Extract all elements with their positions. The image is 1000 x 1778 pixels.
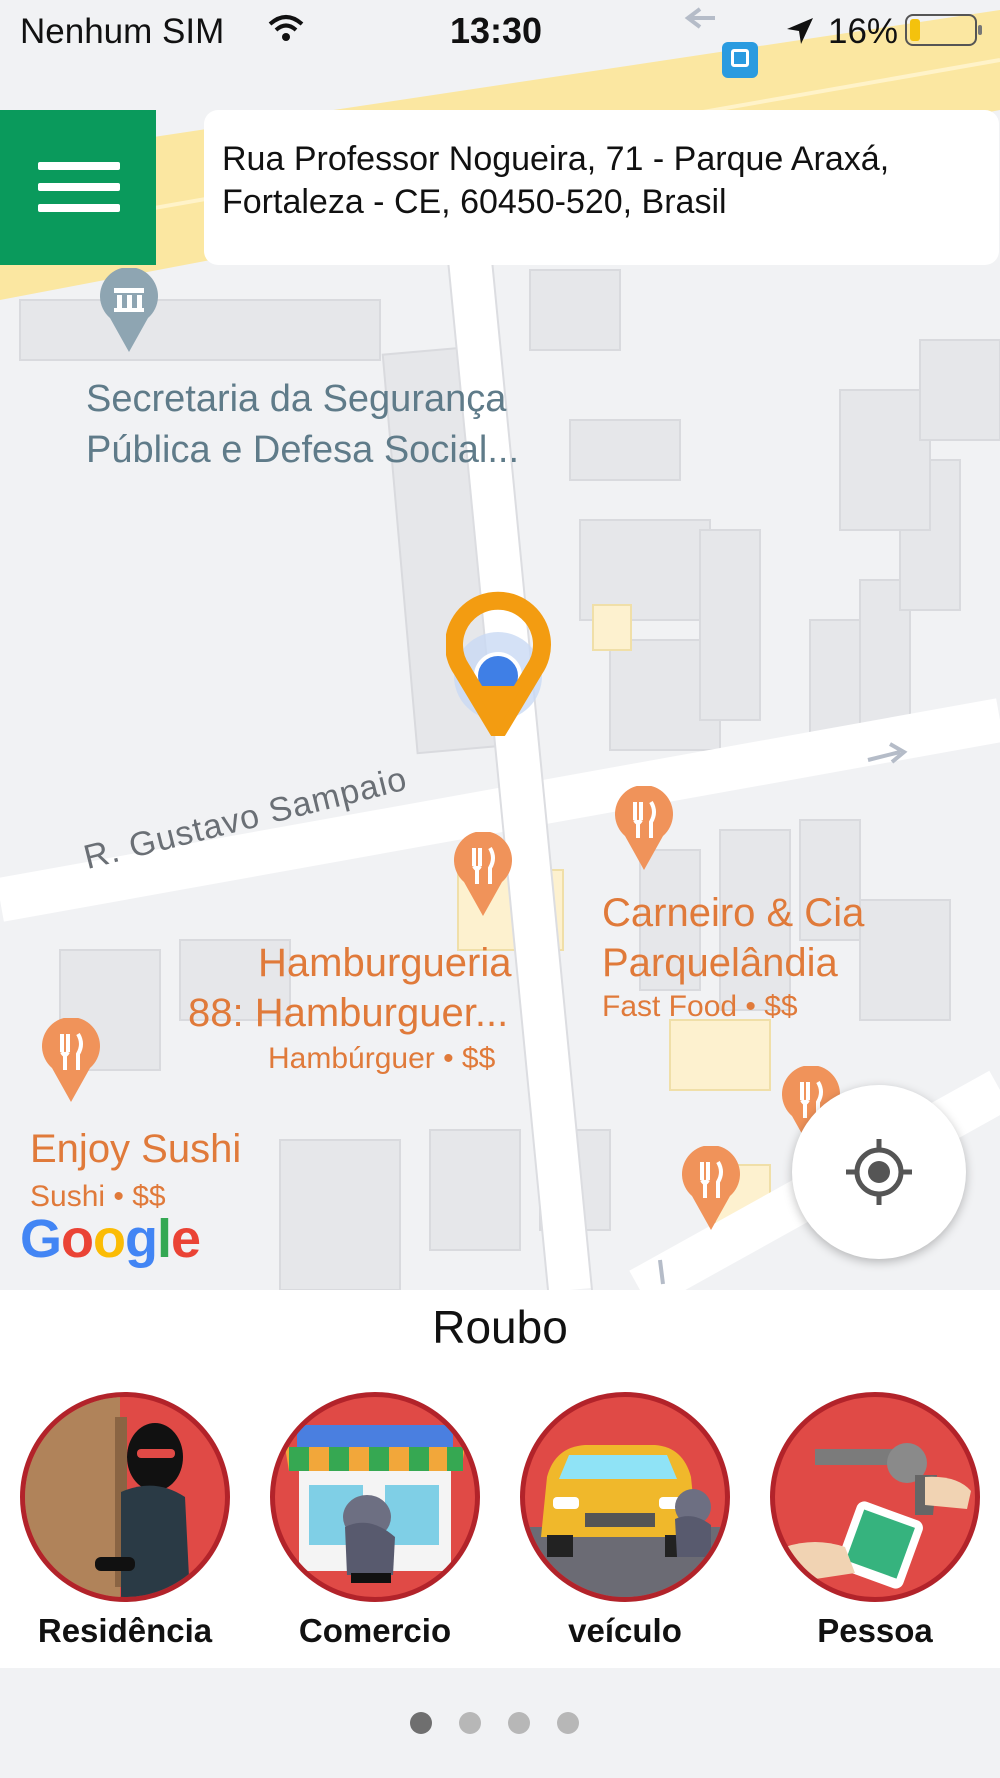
poi-category-carneiro: Fast Food • $$ [602,990,798,1023]
page-dot-3[interactable] [508,1712,530,1734]
hamburger-menu-button[interactable] [0,110,156,265]
panel-title: Roubo [432,1301,568,1353]
store-thief-icon [270,1392,480,1602]
category-comercio[interactable]: Comercio [250,1392,500,1650]
category-label: Pessoa [817,1612,933,1649]
poi-category-hamburgueria: Hambúrguer • $$ [268,1042,496,1075]
crosshair-icon [846,1139,912,1205]
battery-percent: 16% [828,12,899,51]
burglar-door-icon [20,1392,230,1602]
restaurant-pin-icon[interactable] [680,1146,742,1232]
page-indicator[interactable] [410,1712,579,1734]
page-dot-4[interactable] [557,1712,579,1734]
page-dot-2[interactable] [459,1712,481,1734]
poi-label-enjoy-sushi[interactable]: Enjoy Sushi [30,1124,241,1174]
category-label: veículo [568,1612,682,1649]
poi-label-carneiro[interactable]: Carneiro & Cia Parquelândia [602,888,864,988]
battery-icon [905,14,982,46]
google-logo: Google [20,1209,201,1269]
wifi-icon [268,15,304,41]
category-label: Residência [37,1612,213,1649]
carrier-label: Nenhum SIM [20,12,225,51]
poi-label-hamburgueria-line2[interactable]: 88: Hamburguer... [188,988,508,1038]
location-arrow-icon [787,18,813,44]
page-dot-1[interactable] [410,1712,432,1734]
selected-location-marker-icon[interactable] [446,588,556,736]
restaurant-pin-icon[interactable] [613,786,675,872]
car-thief-icon [520,1392,730,1602]
category-veiculo[interactable]: veículo [500,1392,750,1650]
poi-label-hamburgueria[interactable]: Hamburgueria [258,938,511,988]
category-pessoa[interactable]: Pessoa [750,1392,1000,1650]
restaurant-pin-icon[interactable] [40,1018,102,1104]
gun-phone-icon [770,1392,980,1602]
government-building-pin-icon[interactable] [98,268,160,354]
my-location-button[interactable] [792,1085,966,1259]
restaurant-pin-icon[interactable] [452,832,514,918]
government-building-label: Secretaria da Segurança Pública e Defesa… [86,378,520,471]
category-label: Comercio [298,1612,452,1649]
address-search-field[interactable]: Rua Professor Nogueira, 71 - Parque Arax… [204,110,999,265]
clock: 13:30 [450,10,543,51]
status-bar: Nenhum SIM 13:30 16% [0,0,1000,62]
category-residencia[interactable]: Residência [0,1392,250,1650]
